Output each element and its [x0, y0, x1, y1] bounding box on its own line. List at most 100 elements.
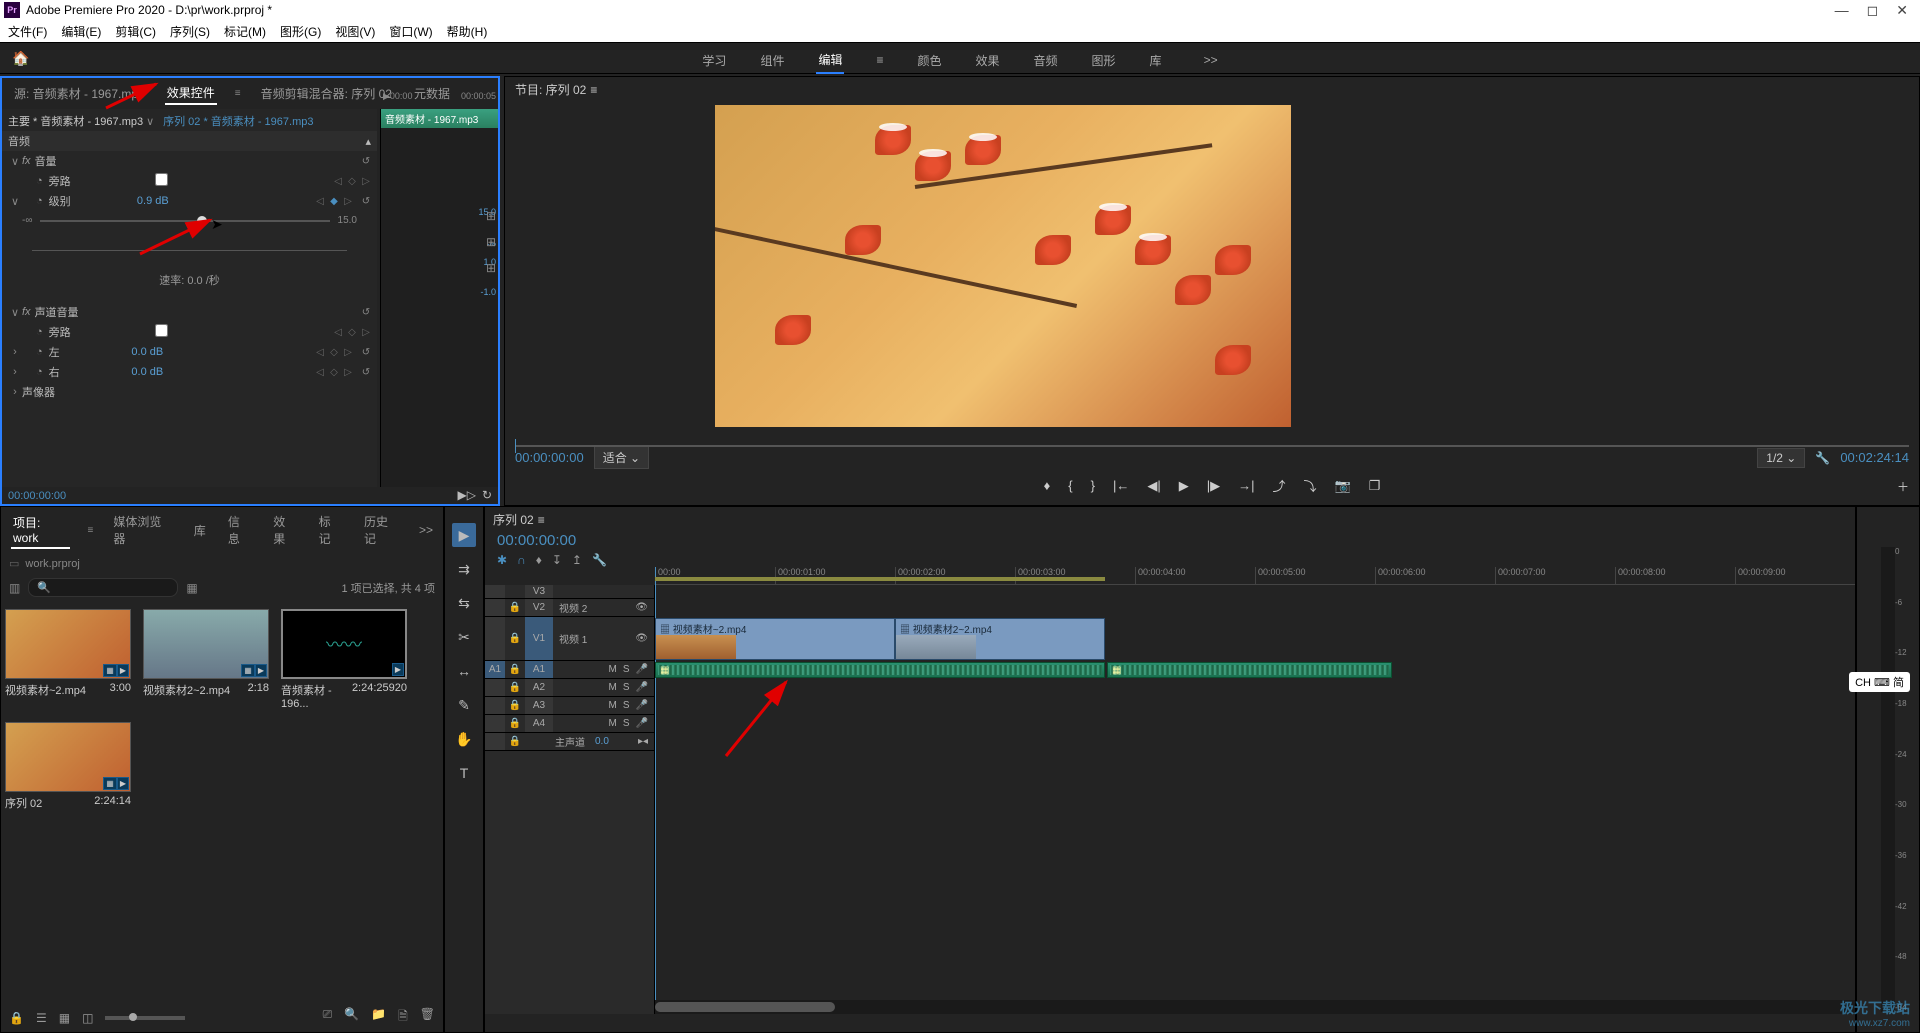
razor-tool[interactable]: ✂ — [452, 625, 476, 649]
timeline-ruler[interactable]: 00:0000:00:01:0000:00:02:0000:00:03:0000… — [655, 567, 1855, 585]
ws-lib[interactable]: 库 — [1148, 48, 1164, 73]
track-a1-label[interactable]: A1 — [525, 661, 553, 678]
panel-menu-icon[interactable]: ≡ — [538, 513, 545, 527]
tab-overflow[interactable]: >> — [419, 523, 433, 537]
track-select-tool[interactable]: ⇉ — [452, 557, 476, 581]
add-kf-icon[interactable]: ◇ — [347, 176, 357, 187]
step-back-icon[interactable]: ◀| — [1147, 478, 1160, 494]
audio-clip[interactable]: ▦ — [1107, 662, 1392, 678]
reset-icon[interactable]: ↺ — [361, 156, 371, 167]
caret-icon[interactable]: › — [8, 366, 22, 378]
close-button[interactable]: ✕ — [1896, 2, 1908, 19]
lock-icon[interactable]: 🔒 — [505, 664, 525, 675]
reset-icon[interactable]: ↺ — [361, 196, 371, 207]
volume-effect[interactable]: 音量 — [35, 153, 57, 169]
next-kf-icon[interactable]: ▷ — [361, 176, 371, 187]
scrollbar-thumb[interactable] — [655, 1002, 835, 1012]
add-marker-icon[interactable]: ♦ — [1044, 478, 1051, 493]
video-clip[interactable]: ▦ 视频素材2~2.mp4 — [895, 618, 1105, 660]
search-input[interactable]: 🔍 — [28, 578, 178, 597]
caret-icon[interactable]: ∨ — [8, 195, 22, 208]
ws-edit[interactable]: 编辑 — [816, 47, 844, 74]
menu-view[interactable]: 视图(V) — [335, 23, 375, 40]
panner-effect[interactable]: 声像器 — [22, 384, 55, 400]
graph-icon[interactable]: ⊞ — [486, 235, 496, 249]
minimize-button[interactable]: — — [1835, 2, 1849, 19]
tab-audio-mixer[interactable]: 音频剪辑混合器: 序列 02 — [259, 83, 394, 104]
lift-icon[interactable]: ⤴ — [1272, 476, 1285, 495]
filter-icon[interactable]: ▦ — [186, 581, 197, 595]
master-value[interactable]: 0.0 — [595, 736, 609, 747]
timeline-clip-area[interactable]: ▦ 视频素材~2.mp4 ▦ 视频素材2~2.mp4 ▦ ▦ — [655, 585, 1855, 1014]
timeline-scrollbar[interactable] — [655, 1000, 1855, 1014]
tab-menu-icon[interactable]: ≡ — [235, 88, 241, 99]
clip-item[interactable]: ▦▶ 视频素材2~2.mp42:18 — [143, 609, 269, 710]
selection-tool[interactable]: ▶ — [452, 523, 476, 547]
ch-bypass-checkbox[interactable] — [155, 324, 168, 337]
voice-icon[interactable]: 🎤 — [636, 664, 648, 675]
pen-tool[interactable]: ✎ — [452, 693, 476, 717]
collapse-icon[interactable]: ▸◂ — [638, 736, 648, 747]
tab-markers[interactable]: 标记 — [317, 511, 344, 549]
playhead-icon[interactable] — [515, 439, 516, 453]
play-button[interactable]: ▶ — [1179, 478, 1189, 494]
ws-audio[interactable]: 音频 — [1032, 48, 1060, 73]
mark-out-icon[interactable]: } — [1091, 478, 1095, 493]
zoom-slider[interactable] — [105, 1016, 185, 1020]
menu-window[interactable]: 窗口(W) — [389, 23, 432, 40]
source-a1[interactable]: A1 — [485, 661, 505, 678]
tab-effects[interactable]: 效果 — [271, 511, 298, 549]
toggle-output-icon[interactable]: 👁 — [635, 602, 648, 613]
clip-item[interactable]: 〰〰▶ 音频素材 - 196...2:24:25920 — [281, 609, 407, 710]
stopwatch-icon[interactable]: ◔ — [36, 366, 43, 378]
level-slider[interactable]: -∞ 15.0 15.0 — [2, 211, 377, 230]
caret-icon[interactable]: ∨ — [8, 306, 22, 319]
tab-history[interactable]: 历史记 — [362, 511, 401, 549]
link-icon[interactable]: ∩ — [517, 553, 526, 567]
add-kf-icon[interactable]: ◆ — [329, 196, 339, 207]
stopwatch-icon[interactable]: ◔ — [36, 346, 43, 358]
fit-dropdown[interactable]: 适合 ⌄ — [594, 446, 649, 469]
new-item-icon[interactable]: 🗎 — [398, 1007, 408, 1028]
work-area[interactable] — [655, 577, 1105, 581]
bypass-checkbox[interactable] — [155, 173, 168, 186]
audio-clip[interactable]: ▦ — [655, 662, 1105, 678]
menu-help[interactable]: 帮助(H) — [447, 23, 488, 40]
hand-tool[interactable]: ✋ — [452, 727, 476, 751]
workspace-menu-icon[interactable]: ≡ — [874, 49, 885, 71]
menu-graphics[interactable]: 图形(G) — [280, 23, 321, 40]
tab-project[interactable]: 项目: work — [11, 512, 70, 549]
panel-menu-icon[interactable]: ≡ — [590, 83, 597, 97]
tab-info[interactable]: 信息 — [226, 511, 253, 549]
compare-icon[interactable]: ❐ — [1369, 478, 1381, 494]
clip-item[interactable]: ▦▶ 视频素材~2.mp43:00 — [5, 609, 131, 710]
meter-bar[interactable] — [1881, 547, 1895, 1012]
sequence-item[interactable]: ▦▶ 序列 022:24:14 — [5, 722, 131, 811]
slip-tool[interactable]: ↔ — [452, 659, 476, 683]
menu-file[interactable]: 文件(F) — [8, 23, 47, 40]
menu-mark[interactable]: 标记(M) — [224, 23, 266, 40]
channel-volume-effect[interactable]: 声道音量 — [35, 304, 79, 320]
export-frame-icon[interactable]: 📷 — [1335, 478, 1351, 494]
marker-icon[interactable]: ♦ — [536, 553, 542, 567]
menu-sequence[interactable]: 序列(S) — [170, 23, 210, 40]
type-tool[interactable]: T — [452, 761, 476, 785]
track-v3-label[interactable]: V3 — [525, 585, 553, 598]
trash-icon[interactable]: 🗑 — [420, 1007, 435, 1028]
go-to-in-icon[interactable]: |← — [1113, 478, 1129, 493]
graph-icon[interactable]: ⊞ — [486, 261, 496, 275]
freeform-icon[interactable]: ◫ — [82, 1011, 93, 1025]
slider-thumb[interactable] — [197, 216, 207, 226]
sort-icon[interactable]: ⎚ — [323, 1007, 333, 1028]
track-v2-label[interactable]: V2 — [525, 599, 553, 616]
menu-clip[interactable]: 剪辑(C) — [115, 23, 156, 40]
ws-overflow[interactable]: >> — [1202, 49, 1220, 71]
caret-icon[interactable]: › — [8, 386, 22, 398]
tab-effect-controls[interactable]: 效果控件 — [165, 82, 217, 105]
caret-icon[interactable]: › — [8, 346, 22, 358]
video-clip[interactable]: ▦ 视频素材~2.mp4 — [655, 618, 895, 660]
right-value[interactable]: 0.0 dB — [131, 366, 163, 378]
tab-libraries[interactable]: 库 — [192, 520, 208, 541]
timeline-timecode[interactable]: 00:00:00:00 — [497, 532, 576, 549]
ws-assembly[interactable]: 组件 — [758, 48, 786, 73]
